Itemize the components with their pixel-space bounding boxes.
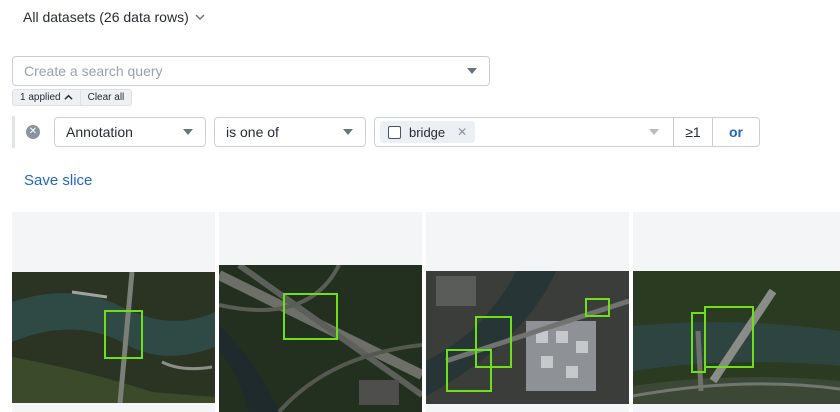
image-card[interactable] <box>219 212 422 412</box>
clear-all-label: Clear all <box>87 92 125 103</box>
attribute-select[interactable]: Annotation <box>54 117 206 147</box>
value-select[interactable]: bridge ✕ <box>375 118 673 146</box>
applied-count-label: 1 applied <box>20 92 61 103</box>
clear-all-button[interactable]: Clear all <box>80 89 133 106</box>
value-multiselect[interactable]: bridge ✕ ≥1 or <box>374 117 760 147</box>
image-card[interactable] <box>633 212 840 412</box>
dataset-title: All datasets (26 data rows) <box>23 9 189 25</box>
search-input[interactable] <box>24 63 444 79</box>
caret-down-icon[interactable] <box>467 68 477 74</box>
aerial-image <box>219 265 422 412</box>
caret-down-icon <box>343 129 353 135</box>
close-icon[interactable]: ✕ <box>457 125 467 139</box>
save-slice-button[interactable]: Save slice <box>24 172 92 189</box>
chevron-up-icon <box>63 94 73 100</box>
operator-value: is one of <box>226 124 279 140</box>
image-card[interactable] <box>12 212 215 412</box>
applied-filters-chip[interactable]: 1 applied <box>12 89 81 106</box>
value-chip-label: bridge <box>409 124 446 140</box>
remove-filter-icon[interactable]: ✕ <box>26 125 40 139</box>
aerial-image <box>426 271 629 404</box>
filter-chips: 1 applied Clear all <box>12 89 133 106</box>
count-input[interactable]: ≥1 <box>673 118 712 146</box>
chevron-down-icon <box>195 14 205 20</box>
image-card[interactable] <box>426 212 629 412</box>
count-value: ≥1 <box>685 124 701 140</box>
filter-group-indicator <box>12 116 15 148</box>
caret-down-icon[interactable] <box>649 129 659 135</box>
save-slice-label: Save slice <box>24 172 93 189</box>
value-chip-bridge[interactable]: bridge ✕ <box>380 121 476 143</box>
aerial-image <box>12 272 215 403</box>
caret-down-icon <box>183 129 193 135</box>
or-button[interactable]: or <box>712 118 759 146</box>
attribute-value: Annotation <box>66 124 133 140</box>
aerial-image <box>633 271 840 404</box>
search-query-box[interactable] <box>12 56 490 86</box>
operator-select[interactable]: is one of <box>214 117 366 147</box>
checkbox-icon[interactable] <box>388 125 401 139</box>
dataset-selector[interactable]: All datasets (26 data rows) <box>23 9 205 25</box>
or-label: or <box>729 124 743 140</box>
filter-row: ✕ Annotation is one of bridge ✕ ≥1 or <box>12 116 762 148</box>
